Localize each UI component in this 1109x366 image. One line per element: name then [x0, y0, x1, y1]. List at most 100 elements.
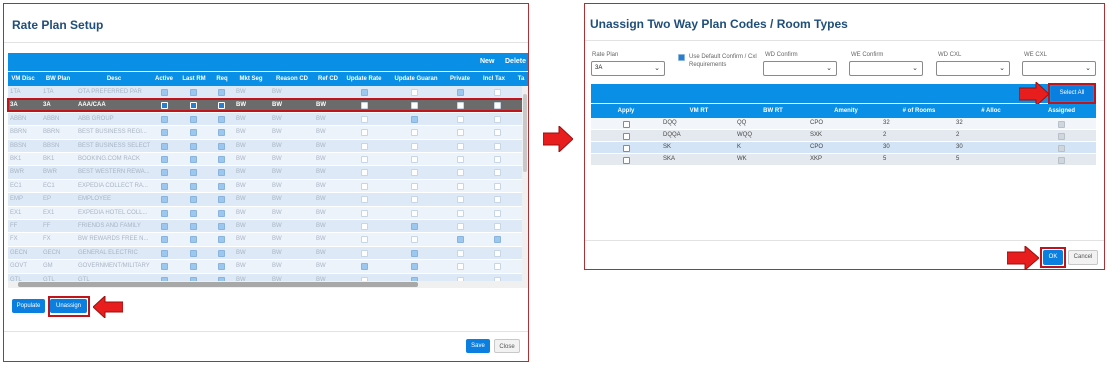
apply-checkbox[interactable]	[623, 157, 630, 164]
col-assigned[interactable]: Assigned	[1027, 104, 1096, 118]
checkbox-private[interactable]	[457, 263, 464, 271]
checkbox-last[interactable]	[190, 142, 197, 150]
new-button[interactable]: New	[476, 55, 498, 69]
col-bw-plan[interactable]: BW Plan	[41, 72, 75, 86]
col-bw-rt[interactable]: BW RT	[737, 104, 809, 118]
wd-confirm-select[interactable]: ⌄	[763, 61, 837, 76]
checkbox-guar[interactable]	[411, 236, 418, 244]
checkbox-update-rate[interactable]	[361, 236, 368, 244]
close-button[interactable]: Close	[494, 339, 520, 353]
col-update-rate[interactable]: Update Rate	[342, 72, 386, 86]
col-last-rm[interactable]: Last RM	[178, 72, 210, 86]
checkbox-update-rate[interactable]	[361, 156, 368, 163]
checkbox-active[interactable]	[161, 182, 168, 190]
checkbox-req[interactable]	[218, 129, 225, 137]
checkbox-incl[interactable]	[494, 169, 501, 177]
table-row[interactable]: GOVT GM GOVERNMENT/MILITARY BW BW BW	[8, 260, 522, 274]
table-row[interactable]: EMP EP EMPLOYEE BW BW BW	[8, 193, 522, 207]
col-ref-cd[interactable]: Ref CD	[314, 72, 342, 86]
we-confirm-select[interactable]: ⌄	[849, 61, 923, 76]
col-update-guaran[interactable]: Update Guaran	[388, 72, 444, 86]
cancel-button[interactable]: Cancel	[1068, 250, 1098, 265]
checkbox-update-rate[interactable]	[361, 223, 368, 230]
checkbox-last[interactable]	[190, 236, 197, 244]
apply-checkbox[interactable]	[623, 121, 630, 128]
checkbox-active[interactable]	[161, 236, 168, 244]
checkbox-last[interactable]	[190, 196, 197, 204]
checkbox-last[interactable]	[190, 89, 197, 96]
checkbox-incl[interactable]	[494, 89, 501, 96]
checkbox-last[interactable]	[190, 209, 197, 217]
checkbox-active[interactable]	[161, 209, 168, 217]
checkbox-incl[interactable]	[494, 156, 501, 163]
we-cxl-select[interactable]: ⌄	[1022, 61, 1096, 76]
checkbox-update-rate[interactable]	[361, 196, 368, 204]
checkbox-guar[interactable]	[411, 249, 418, 257]
checkbox-req[interactable]	[218, 236, 225, 244]
checkbox-guar[interactable]	[411, 115, 418, 123]
checkbox-active[interactable]	[161, 249, 168, 257]
checkbox-last[interactable]	[190, 223, 197, 230]
scroll-thumb[interactable]	[18, 282, 418, 287]
checkbox-private[interactable]	[457, 142, 464, 150]
checkbox-update-rate[interactable]	[361, 249, 368, 257]
col-num-alloc[interactable]: # Alloc	[956, 104, 1026, 118]
checkbox-last[interactable]	[190, 263, 197, 271]
checkbox-update-rate[interactable]	[361, 263, 368, 271]
horizontal-scrollbar[interactable]	[8, 281, 528, 288]
col-mkt-seg[interactable]: Mkt Seg	[234, 72, 268, 86]
table-row[interactable]: DQQA WQQ SXK 2 2	[591, 130, 1096, 142]
checkbox-update-rate[interactable]	[361, 169, 368, 177]
checkbox-req[interactable]	[218, 249, 225, 257]
col-amenity[interactable]: Amenity	[810, 104, 882, 118]
checkbox-incl[interactable]	[494, 129, 501, 137]
checkbox-req[interactable]	[218, 182, 225, 190]
checkbox-incl[interactable]	[494, 196, 501, 204]
checkbox-last[interactable]	[190, 249, 197, 257]
checkbox-guar[interactable]	[411, 169, 418, 177]
checkbox-active[interactable]	[161, 129, 168, 137]
delete-button[interactable]: Delete	[501, 55, 530, 69]
checkbox-private[interactable]	[457, 156, 464, 163]
table-row[interactable]: FX FX BW REWARDS FREE N... BW BW BW	[8, 233, 522, 247]
checkbox-active[interactable]	[161, 156, 168, 163]
vertical-scrollbar[interactable]	[522, 86, 528, 281]
checkbox-active[interactable]	[161, 142, 168, 150]
col-private[interactable]: Private	[446, 72, 474, 86]
checkbox-active[interactable]	[161, 89, 168, 96]
checkbox-active[interactable]	[161, 115, 168, 123]
checkbox-incl[interactable]	[494, 115, 501, 123]
checkbox-guar[interactable]	[411, 182, 418, 190]
checkbox-guar[interactable]	[411, 263, 418, 271]
checkbox-last[interactable]	[190, 115, 197, 123]
checkbox-private[interactable]	[457, 115, 464, 123]
apply-checkbox[interactable]	[623, 133, 630, 140]
apply-checkbox[interactable]	[623, 145, 630, 152]
table-row[interactable]: BK1 BK1 BOOKING.COM RACK BW BW BW	[8, 153, 522, 167]
checkbox-private[interactable]	[457, 209, 464, 217]
col-active[interactable]: Active	[152, 72, 176, 86]
checkbox-update-rate[interactable]	[361, 182, 368, 190]
checkbox-private[interactable]	[457, 236, 464, 244]
checkbox-private[interactable]	[457, 196, 464, 204]
checkbox-active[interactable]	[161, 223, 168, 230]
checkbox-private[interactable]	[457, 223, 464, 230]
checkbox-req[interactable]	[218, 115, 225, 123]
col-num-rooms[interactable]: # of Rooms	[883, 104, 955, 118]
checkbox-req[interactable]	[218, 223, 225, 230]
col-req[interactable]: Req	[212, 72, 232, 86]
checkbox-incl[interactable]	[494, 142, 501, 150]
table-row[interactable]: EC1 EC1 EXPEDIA COLLECT RA... BW BW BW	[8, 179, 522, 194]
save-button[interactable]: Save	[466, 339, 490, 353]
scroll-thumb[interactable]	[523, 94, 527, 172]
checkbox-incl[interactable]	[494, 263, 501, 271]
table-row[interactable]: BWR BWR BEST WESTERN REWA... BW BW BW	[8, 166, 522, 180]
checkbox-last[interactable]	[190, 156, 197, 163]
checkbox-last[interactable]	[190, 169, 197, 177]
checkbox-private[interactable]	[457, 129, 464, 137]
checkbox-incl[interactable]	[494, 236, 501, 244]
checkbox-incl[interactable]	[494, 249, 501, 257]
table-row[interactable]: ABBN ABBN ABB GROUP BW BW BW	[8, 112, 522, 127]
table-row[interactable]: SKA WK XKP 5 5	[591, 154, 1096, 166]
checkbox-active[interactable]	[161, 169, 168, 177]
